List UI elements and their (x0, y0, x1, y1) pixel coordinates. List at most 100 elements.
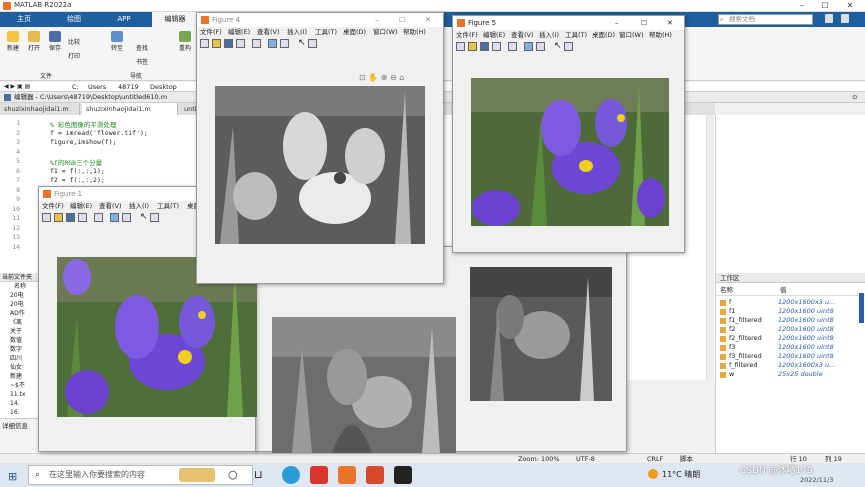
menu-view[interactable]: 查看(V) (511, 30, 534, 41)
workspace-row[interactable]: f_filtered 1200x1600x3 u... (720, 361, 860, 370)
open-icon[interactable] (54, 213, 63, 222)
panel-menu-icon[interactable]: ⊙ (852, 92, 857, 103)
print-icon[interactable] (78, 213, 87, 222)
menu-window[interactable]: 窗口(W) (619, 30, 644, 41)
open-button[interactable]: 打开 (25, 31, 43, 52)
maximize-icon[interactable]: ☐ (641, 16, 647, 30)
taskbar-search[interactable]: ⌕ 在这里输入你要搜索的内容 (28, 465, 253, 485)
compare-button[interactable]: 比较 (68, 37, 98, 46)
menu-insert[interactable]: 插入(I) (129, 201, 149, 212)
colorbar-icon[interactable] (268, 39, 277, 48)
workspace-row[interactable]: w 25x25 double (720, 370, 860, 379)
code-text[interactable]: figure,imshow(f); (50, 138, 117, 146)
pointer-icon[interactable]: ↖ (554, 41, 562, 51)
tab-plots[interactable]: 绘图 (56, 12, 92, 27)
menu-help[interactable]: 帮助(H) (649, 30, 672, 41)
ws-scrollbar[interactable] (859, 293, 864, 323)
save-icon[interactable] (224, 39, 233, 48)
menu-window[interactable]: 窗口(W) (373, 27, 398, 38)
workspace-row[interactable]: f1 1200x1600 uint8 (720, 307, 860, 316)
workspace-row[interactable]: f2 1200x1600 uint8 (720, 325, 860, 334)
menu-tools[interactable]: 工具(T) (315, 27, 337, 38)
community-icon[interactable] (841, 14, 849, 23)
new-figure-icon[interactable] (42, 213, 51, 222)
weather-text[interactable]: 11°C 晴朗 (662, 469, 700, 480)
link-icon[interactable] (94, 213, 103, 222)
ws-name-header[interactable]: 名称 (720, 285, 733, 296)
save-icon[interactable] (480, 42, 489, 51)
close-icon[interactable]: ✕ (425, 13, 431, 27)
nav-arrows-icon[interactable]: ◀ ▶ ▣ ▤ (4, 82, 30, 92)
tab-home[interactable]: 主页 (6, 12, 42, 27)
menu-tools[interactable]: 工具(T) (157, 201, 179, 212)
doc-search-input[interactable]: 搜索文档 (718, 14, 813, 25)
close-icon[interactable]: ✕ (843, 0, 857, 12)
minimize-icon[interactable]: – (615, 16, 619, 30)
folder-item[interactable]: 20电 (0, 300, 39, 309)
path-segment[interactable]: C: (72, 82, 79, 92)
file-tab[interactable]: shuzixinhaojidai1.m (0, 103, 80, 115)
name-column-header[interactable]: 名称 (0, 282, 39, 291)
code-text[interactable]: f1 = f(:,:,1); (50, 167, 105, 175)
link-icon[interactable] (252, 39, 261, 48)
folder-item[interactable]: 14. (0, 399, 39, 408)
workspace-row[interactable]: f 1200x1600x3 u... (720, 298, 860, 307)
folder-item[interactable]: 关于 (0, 327, 39, 336)
figure-5-window[interactable]: Figure 5 – ☐ ✕ 文件(F) 编辑(E) 查看(V) 插入(I) 工… (452, 15, 685, 253)
menu-edit[interactable]: 编辑(E) (228, 27, 250, 38)
workspace-row[interactable]: f1_filtered 1200x1600 uint8 (720, 316, 860, 325)
print-icon[interactable] (492, 42, 501, 51)
file-tab-active[interactable]: shuzixinhaojidai1.m (82, 103, 178, 115)
app-red-icon[interactable] (310, 466, 328, 484)
menu-file[interactable]: 文件(F) (456, 30, 478, 41)
folder-item[interactable]: 数字 (0, 345, 39, 354)
folder-item[interactable]: 四川 (0, 354, 39, 363)
save-icon[interactable] (66, 213, 75, 222)
code-text[interactable]: f2 = f(:,:,2); (50, 176, 105, 184)
help-icon[interactable] (825, 14, 833, 23)
print-icon[interactable] (236, 39, 245, 48)
menu-desktop[interactable]: 桌面(D) (592, 30, 615, 41)
new-figure-icon[interactable] (200, 39, 209, 48)
new-button[interactable]: 新建 (4, 31, 22, 52)
legend-icon[interactable] (122, 213, 131, 222)
menu-insert[interactable]: 插入(I) (287, 27, 307, 38)
task-view-icon[interactable]: ○ (228, 468, 238, 481)
folder-item[interactable]: 数值 (0, 336, 39, 345)
workspace-row[interactable]: f3_filtered 1200x1600 uint8 (720, 352, 860, 361)
pointer-icon[interactable]: ↖ (140, 212, 148, 222)
legend-icon[interactable] (280, 39, 289, 48)
app-dark-icon[interactable] (394, 466, 412, 484)
workspace-row[interactable]: f2_filtered 1200x1600 uint8 (720, 334, 860, 343)
find-button[interactable]: 查找 (136, 43, 166, 52)
print-button[interactable]: 打印 (68, 51, 98, 60)
taskbar-date[interactable]: 2022/11/3 (800, 476, 833, 484)
menu-insert[interactable]: 插入(I) (539, 30, 559, 41)
maximize-icon[interactable]: ☐ (818, 0, 832, 12)
minimize-icon[interactable]: – (795, 0, 809, 12)
colorbar-icon[interactable] (524, 42, 533, 51)
menu-file[interactable]: 文件(F) (42, 201, 64, 212)
menu-help[interactable]: 帮助(H) (403, 27, 426, 38)
tab-editor[interactable]: 编辑器 (152, 12, 198, 27)
menu-edit[interactable]: 编辑(E) (70, 201, 92, 212)
plot-tools-icon[interactable] (564, 42, 573, 51)
path-segment[interactable]: Desktop (150, 82, 177, 92)
folder-item[interactable]: 11.tx (0, 390, 39, 399)
menu-desktop[interactable]: 桌面(D) (343, 27, 366, 38)
plot-tools-icon[interactable] (150, 213, 159, 222)
code-text[interactable]: %f的RGB三个分量 (50, 157, 102, 167)
figure-4-window[interactable]: Figure 4 – ☐ ✕ 文件(F) 编辑(E) 查看(V) 插入(I) 工… (196, 12, 444, 284)
folder-item[interactable]: ~$不 (0, 381, 39, 390)
folder-item[interactable]: 20电 (0, 291, 39, 300)
path-segment[interactable]: 48719 (118, 82, 139, 92)
ws-value-header[interactable]: 值 (780, 285, 787, 296)
folder-item[interactable]: 新建 (0, 372, 39, 381)
pointer-icon[interactable]: ↖ (298, 38, 306, 48)
edge-browser-icon[interactable] (282, 466, 300, 484)
code-text[interactable]: % 彩色图像的平滑处理 (50, 119, 116, 129)
tab-apps[interactable]: APP (106, 12, 142, 27)
path-segment[interactable]: Users (88, 82, 106, 92)
plot-tools-icon[interactable] (308, 39, 317, 48)
powerpoint-icon[interactable] (366, 466, 384, 484)
